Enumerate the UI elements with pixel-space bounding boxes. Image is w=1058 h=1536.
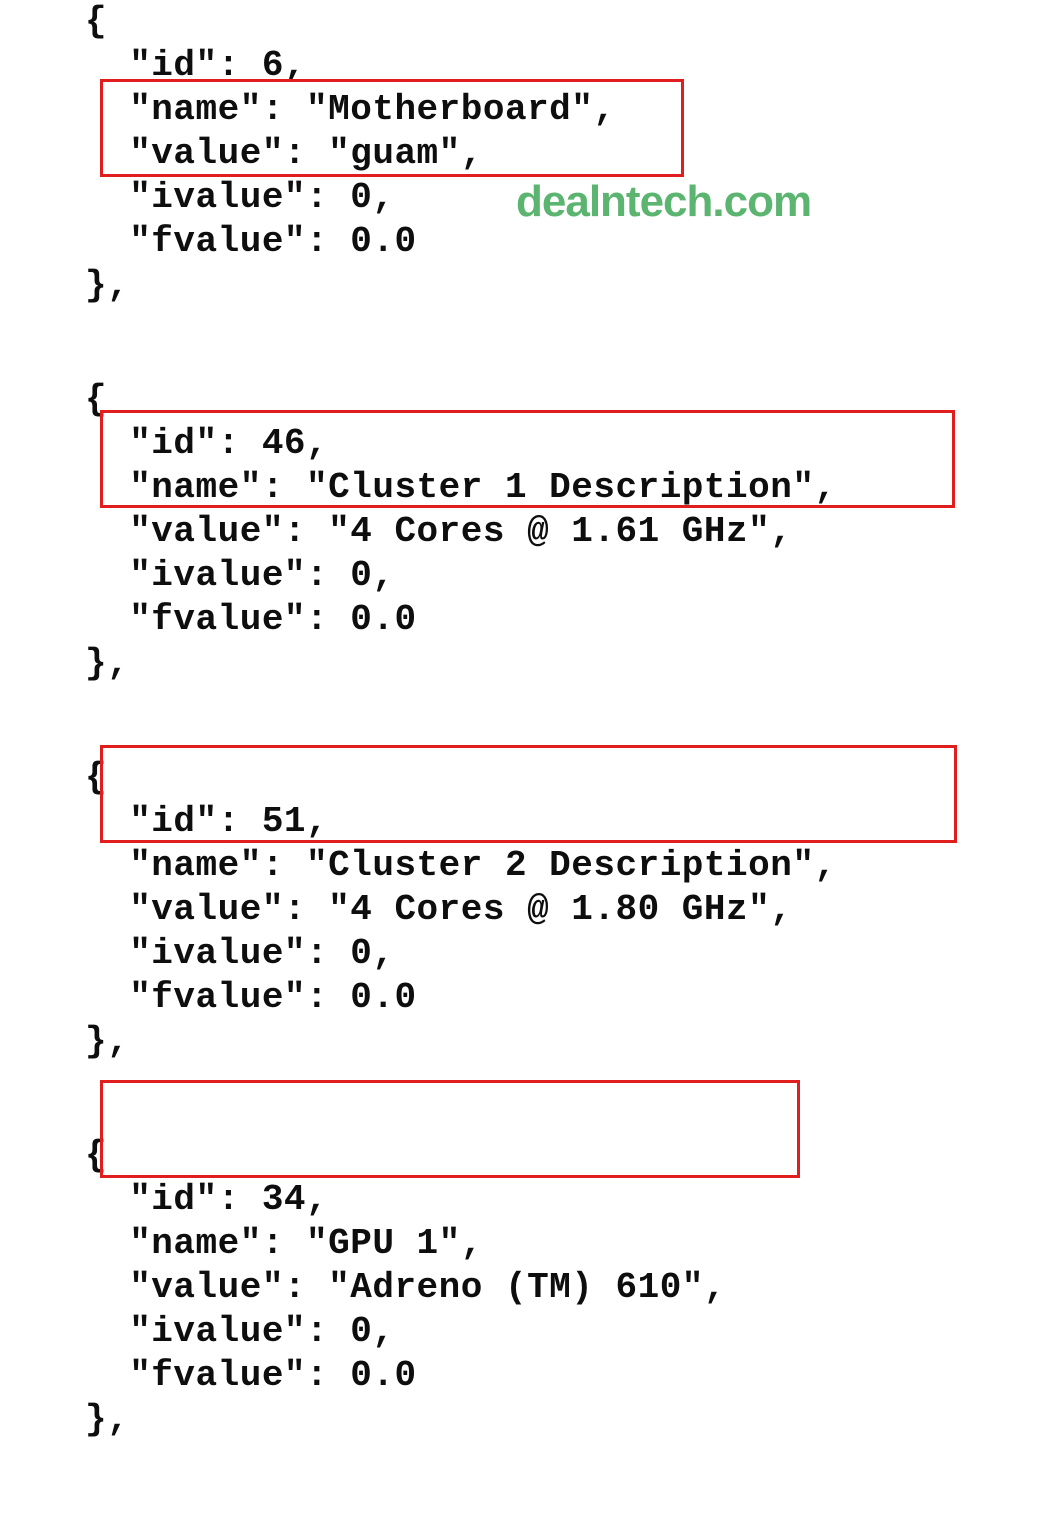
code-line: }, — [85, 264, 973, 308]
code-line: "name": "GPU 1", — [85, 1222, 973, 1266]
code-line: "id": 34, — [85, 1178, 973, 1222]
code-line: "fvalue": 0.0 — [85, 1354, 973, 1398]
block-gap — [85, 686, 973, 756]
code-line: "ivalue": 0, — [85, 932, 973, 976]
code-line: }, — [85, 642, 973, 686]
code-page: { "id": 6, "name": "Motherboard", "value… — [0, 0, 1058, 1536]
code-line: "value": "4 Cores @ 1.80 GHz", — [85, 888, 973, 932]
block-gap — [85, 308, 973, 378]
code-line: "fvalue": 0.0 — [85, 976, 973, 1020]
code-line: "name": "Motherboard", — [85, 88, 973, 132]
block-gap — [85, 1064, 973, 1134]
code-line: }, — [85, 1398, 973, 1442]
code-line: { — [85, 1134, 973, 1178]
code-line: "id": 51, — [85, 800, 973, 844]
code-line: "ivalue": 0, — [85, 554, 973, 598]
code-line: "fvalue": 0.0 — [85, 598, 973, 642]
code-line: "fvalue": 0.0 — [85, 220, 973, 264]
code-line: "value": "guam", — [85, 132, 973, 176]
code-line: "value": "4 Cores @ 1.61 GHz", — [85, 510, 973, 554]
code-line: "name": "Cluster 2 Description", — [85, 844, 973, 888]
code-line: }, — [85, 1020, 973, 1064]
code-line: "id": 6, — [85, 44, 973, 88]
code-line: "name": "Cluster 1 Description", — [85, 466, 973, 510]
code-line: "ivalue": 0, — [85, 1310, 973, 1354]
code-line: { — [85, 378, 973, 422]
code-line: { — [85, 756, 973, 800]
code-line: { — [85, 0, 973, 44]
code-line: "id": 46, — [85, 422, 973, 466]
watermark-text: dealntech.com — [516, 180, 811, 224]
code-line: "value": "Adreno (TM) 610", — [85, 1266, 973, 1310]
